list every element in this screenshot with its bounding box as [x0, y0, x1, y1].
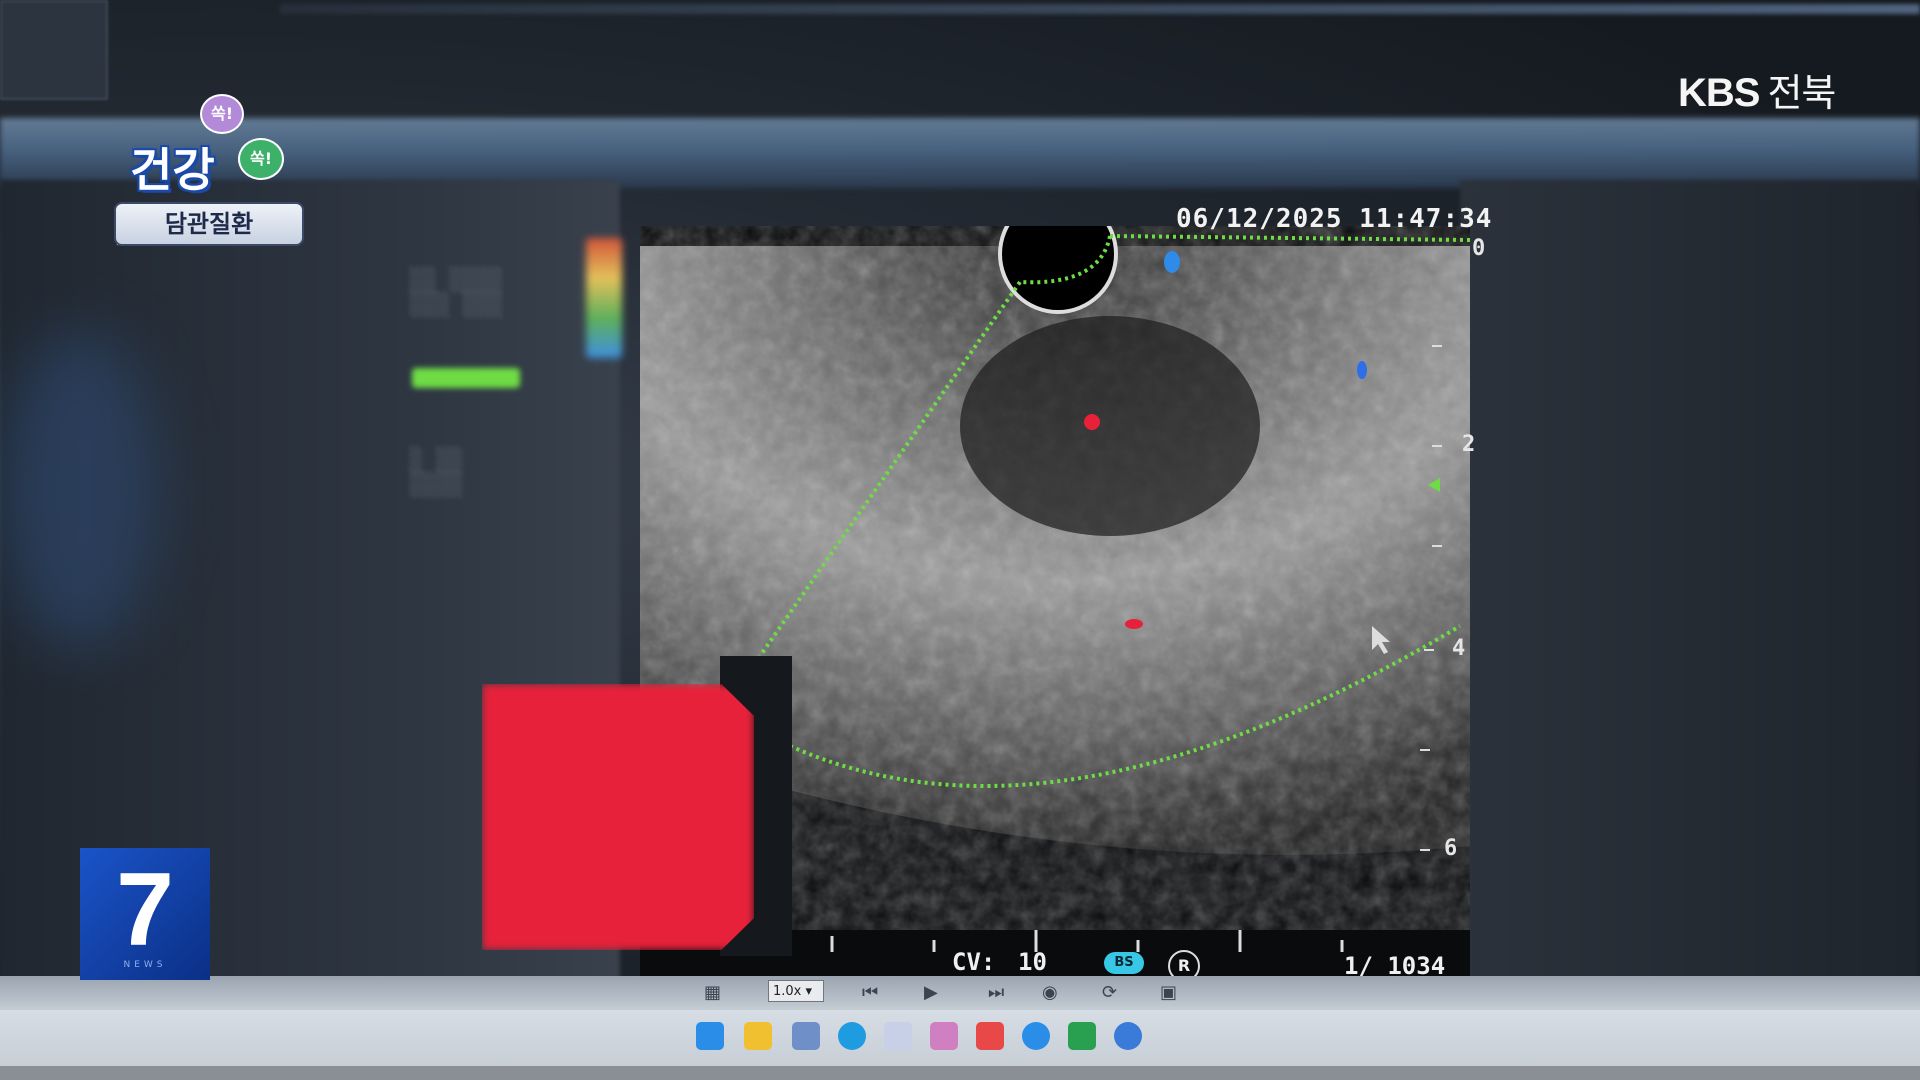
dark-lesion: [960, 316, 1260, 536]
doppler-red-spot: [1084, 414, 1100, 430]
zoom-value: 1.0x: [773, 984, 802, 999]
window-title-bar: [0, 118, 1920, 188]
excel-icon[interactable]: [1068, 1022, 1096, 1050]
blurred-settings-text-2: ░ ░░ ░░░░: [410, 448, 463, 498]
topic-tag: 담관질환: [114, 202, 304, 246]
ssok-badge-top: 쏙!: [200, 94, 244, 134]
depth-mark-2: 2: [1462, 432, 1476, 457]
doppler-blue-spot: [1164, 251, 1180, 273]
edge-browser-icon[interactable]: [838, 1022, 866, 1050]
zoom-select[interactable]: 1.0x ▾: [768, 980, 824, 1002]
depth-mark-4: 4: [1452, 636, 1466, 661]
operator-silhouette: [0, 330, 160, 650]
cv-value: 10: [1018, 948, 1047, 976]
app-icon-4[interactable]: [976, 1022, 1004, 1050]
loop-icon[interactable]: ⟳: [1102, 982, 1117, 1003]
doppler-blue-spot-2: [1357, 361, 1367, 379]
file-explorer-icon[interactable]: [744, 1022, 772, 1050]
playback-controls-bar: [0, 976, 1920, 1010]
skip-back-icon[interactable]: ⏮: [862, 982, 878, 1003]
app-icon-6[interactable]: [1114, 1022, 1142, 1050]
green-status-bar: [412, 368, 520, 388]
ultrasound-timestamp: 06/12/2025 11:47:34: [1176, 204, 1493, 234]
corner-thumbnail: [0, 0, 108, 100]
depth-mark-0: 0: [1472, 236, 1486, 261]
news7-sub-label: NEWS: [123, 960, 167, 970]
monitor-bottom-bezel: [0, 1066, 1920, 1080]
play-icon[interactable]: ▶: [924, 982, 938, 1003]
bs-button[interactable]: BS: [1104, 952, 1144, 974]
app-icon-2[interactable]: [884, 1022, 912, 1050]
monitor-top-edge: [280, 4, 1920, 14]
segment-title: 건강: [130, 143, 215, 197]
windows-start-icon[interactable]: [696, 1022, 724, 1050]
skip-forward-icon[interactable]: ⏭: [988, 982, 1004, 1003]
app-icon-5[interactable]: [1022, 1022, 1050, 1050]
ssok-badge-bottom: 쏙!: [238, 138, 284, 180]
blurred-settings-text: ░░ ░░░░ ░░░ ░░░: [410, 268, 503, 318]
kbs-logo: KBS 전북: [1678, 62, 1836, 117]
windows-taskbar: [0, 1010, 1920, 1066]
doppler-color-scale: [586, 238, 622, 358]
red-indicator-block: [482, 684, 754, 950]
right-info-panel: [1460, 180, 1920, 1000]
layout-icon[interactable]: ▣: [1160, 982, 1177, 1003]
depth-mark-6: 6: [1444, 836, 1458, 861]
kbs-logo-text: KBS: [1678, 71, 1760, 115]
record-icon[interactable]: ◉: [1042, 982, 1058, 1003]
app-icon-1[interactable]: [792, 1022, 820, 1050]
doppler-red-spot-2: [1125, 619, 1143, 629]
kbs-region: 전북: [1767, 73, 1836, 115]
cv-label: CV:: [952, 948, 996, 976]
app-icon-3[interactable]: [930, 1022, 958, 1050]
grid-icon[interactable]: ▦: [704, 982, 721, 1003]
